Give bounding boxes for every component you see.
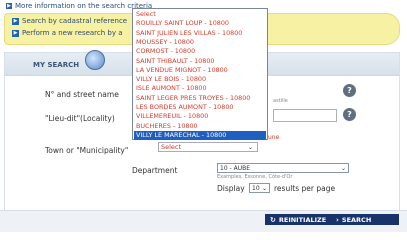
dropdown-option[interactable]: SAINT LEGER PRES TROYES - 10800 (134, 94, 266, 103)
chevron-down-icon: ⌄ (247, 143, 253, 151)
chevron-down-icon: ⌄ (261, 184, 267, 192)
department-select[interactable]: 10 - AUBE ⌄ (217, 163, 349, 173)
reinitialize-button[interactable]: ↻ REINITIALIZE (265, 214, 332, 225)
dropdown-option[interactable]: SAINT THIBAULT - 10800 (134, 57, 266, 66)
dropdown-option[interactable]: ROUILLY SAINT LOUP - 10800 (134, 19, 266, 28)
dropdown-option[interactable]: VILLY LE MARECHAL - 10800 (134, 130, 266, 140)
action-bar: ↻ REINITIALIZE › SEARCH (0, 210, 407, 232)
town-select-value: Select (161, 143, 182, 151)
arrow-right-icon: ▶ (6, 3, 12, 9)
chevron-down-icon: ⌄ (340, 164, 346, 172)
panel-title: MY SEARCH (33, 61, 80, 69)
reinitialize-label: REINITIALIZE (278, 215, 327, 224)
help-icon[interactable]: ? (343, 108, 356, 121)
town-error-hint: une (268, 134, 280, 141)
dropdown-option[interactable]: ISLE AUMONT - 10800 (134, 84, 266, 93)
results-per-page-label: results per page (274, 184, 336, 193)
display-select[interactable]: 10 ⌄ (249, 183, 270, 193)
refresh-icon: ↻ (270, 215, 276, 224)
more-info-link[interactable]: ▶ More information on the search criteri… (6, 2, 152, 10)
search-button[interactable]: › SEARCH (331, 214, 399, 225)
dropdown-option[interactable]: VILLEMEREUIL - 10800 (134, 112, 266, 121)
arrow-right-icon: ▶ (12, 17, 19, 25)
dropdown-option[interactable]: MOUSSEY - 10800 (134, 38, 266, 47)
help-icon[interactable]: ? (343, 84, 356, 97)
department-label: Department (132, 166, 178, 175)
dropdown-option[interactable]: LES BORDES AUMONT - 10800 (134, 103, 266, 112)
town-dropdown-list[interactable]: Select ROUILLY SAINT LOUP - 10800 SAINT JU… (132, 8, 268, 140)
street-label: N° and street name (45, 90, 119, 99)
town-select[interactable]: Select ⌄ (158, 142, 258, 152)
dropdown-option[interactable]: VILLY LE BOIS - 10800 (134, 75, 266, 84)
lieudit-label: "Lieu-dit"(Locality) (45, 114, 115, 123)
banner-link-cadastral[interactable]: ▶ Search by cadastral reference (12, 17, 127, 25)
town-label: Town or "Municipality" (45, 146, 129, 155)
department-hint: Examples, Essonne, Côte-d'Or (217, 174, 293, 180)
display-value: 10 (252, 184, 260, 192)
dropdown-option[interactable]: Select (134, 10, 266, 19)
magnifier-icon (85, 50, 105, 70)
dropdown-option[interactable]: CORMOST - 10800 (134, 47, 266, 56)
search-label: SEARCH (341, 215, 372, 224)
arrow-right-icon: ▶ (12, 29, 19, 37)
banner-link-label: Perform a new research by a (22, 29, 123, 37)
banner-link-label: Search by cadastral reference (22, 17, 128, 25)
chevron-right-icon: › (336, 215, 339, 224)
display-label: Display (217, 184, 245, 193)
street-hint: astille (273, 98, 288, 104)
dropdown-option[interactable]: SAINT JULIEN LES VILLAS - 10800 (134, 29, 266, 38)
banner-link-new-research[interactable]: ▶ Perform a new research by a (12, 29, 123, 37)
lieudit-input[interactable] (273, 109, 337, 122)
dropdown-option[interactable]: BUCHERES - 10800 (134, 122, 266, 131)
department-value: 10 - AUBE (220, 164, 251, 172)
dropdown-option[interactable]: LA VENDUE MIGNOT - 10800 (134, 66, 266, 75)
